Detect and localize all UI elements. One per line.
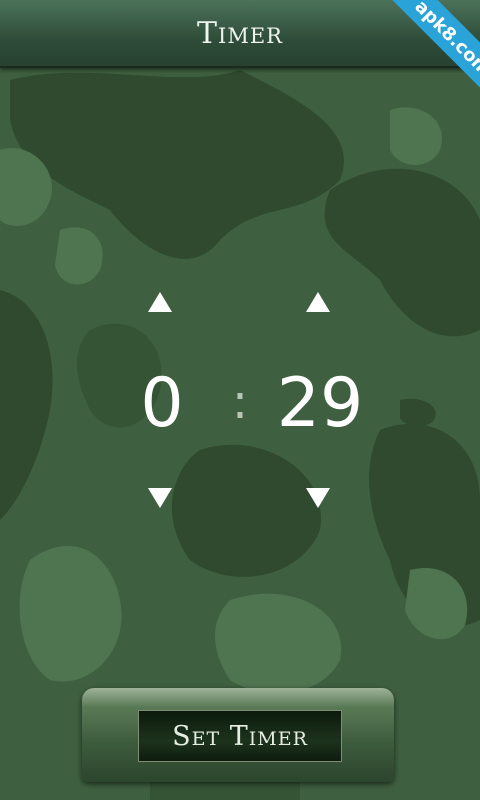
seconds-value: 29 bbox=[276, 364, 364, 443]
watermark-text: apk8.com bbox=[381, 0, 480, 110]
triangle-down-icon bbox=[306, 488, 330, 508]
triangle-up-icon bbox=[306, 292, 330, 312]
triangle-up-icon bbox=[148, 292, 172, 312]
minutes-increment-button[interactable] bbox=[148, 292, 172, 312]
minutes-decrement-button[interactable] bbox=[148, 488, 172, 508]
time-separator: : bbox=[231, 374, 249, 430]
seconds-decrement-button[interactable] bbox=[306, 488, 330, 508]
set-timer-label: Set Timer bbox=[172, 720, 308, 752]
minutes-value: 0 bbox=[140, 364, 184, 443]
watermark-ribbon: apk8.com bbox=[370, 0, 480, 110]
set-timer-button[interactable]: Set Timer bbox=[138, 710, 342, 762]
page-title: Timer bbox=[197, 15, 283, 51]
triangle-down-icon bbox=[148, 488, 172, 508]
seconds-increment-button[interactable] bbox=[306, 292, 330, 312]
